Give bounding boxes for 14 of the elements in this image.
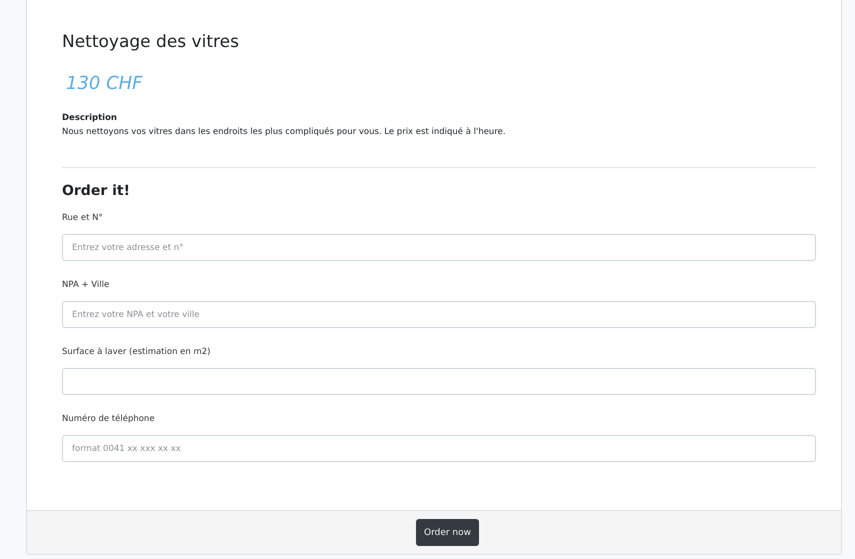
service-title: Nettoyage des vitres [62,31,240,54]
field-label: NPA + Ville [62,279,110,291]
price: 130 CHF [66,72,144,96]
order-button[interactable]: Order now [416,519,479,546]
input-field[interactable] [62,368,816,395]
field-label: Numéro de téléphone [62,413,156,425]
form-heading: Order it! [62,182,131,200]
input-field[interactable]: Entrez votre adresse et n° [62,234,816,261]
description-text: Nous nettoyons vos vitres dans les endroits les plus compliqués pour vous. Le prix est indiqué à l'heure. [62,126,507,139]
field-label: Surface à laver (estimation en m2) [62,346,212,358]
description-heading: Description [62,112,118,125]
input-field[interactable]: Entrez votre NPA et votre ville [62,301,816,328]
input-field[interactable]: format 0041 xx xxx xx xx [62,435,816,462]
field-label: Rue et N° [62,212,104,224]
